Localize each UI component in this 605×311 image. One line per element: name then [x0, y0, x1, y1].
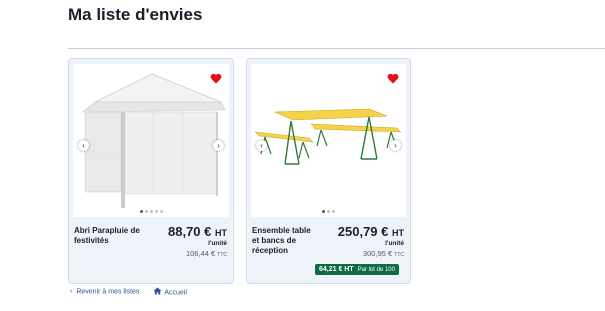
product-card[interactable]: ‹ › Abri Parapluie de festivités 88,70 €… — [68, 58, 234, 284]
heart-icon[interactable] — [387, 73, 399, 84]
home-link[interactable]: Accueil — [153, 287, 187, 297]
ttc-label: TTC — [217, 252, 227, 258]
back-to-lists-link[interactable]: ‹ Revenir à mes listes — [70, 288, 141, 296]
product-card[interactable]: ‹ › Ensemble table et bancs de réception… — [246, 58, 411, 284]
carousel-dot[interactable] — [144, 210, 148, 213]
price-ttc: 300,95 € TTC — [338, 249, 404, 258]
product-image-carousel[interactable]: ‹ › — [251, 64, 406, 217]
price-main: 250,79 € HT — [338, 224, 404, 239]
carousel-dot[interactable] — [159, 210, 163, 213]
price-ttc-value: 300,95 € — [362, 249, 393, 258]
lot-text: Par lot de 100 — [357, 267, 395, 273]
price-block: 250,79 € HT l'unité 300,95 € TTC — [338, 224, 404, 258]
chevron-left-icon: ‹ — [70, 288, 73, 296]
carousel-dot[interactable] — [139, 210, 143, 213]
home-icon — [153, 287, 162, 295]
price-unit: l'unité — [385, 240, 404, 247]
price-value: 250,79 € — [337, 224, 389, 239]
back-link-label: Revenir à mes listes — [76, 288, 140, 296]
ttc-label: TTC — [394, 252, 404, 258]
price-suffix: HT — [392, 228, 404, 238]
price-value: 88,70 € — [168, 224, 212, 239]
product-name[interactable]: Abri Parapluie de festivités — [74, 226, 154, 246]
home-link-label: Accueil — [164, 289, 187, 297]
carousel-prev-button[interactable]: ‹ — [256, 140, 267, 151]
carousel-dot[interactable] — [322, 210, 325, 213]
carousel-dot[interactable] — [154, 210, 158, 213]
lot-price-badge: 64,21 € HT Par lot de 100 — [315, 264, 399, 275]
price-block: 88,70 € HT l'unité 106,44 € TTC — [168, 224, 227, 258]
carousel-dot[interactable] — [327, 210, 330, 213]
carousel-dots — [251, 210, 406, 213]
carousel-dots — [73, 210, 229, 213]
price-ttc: 106,44 € TTC — [168, 249, 227, 258]
carousel-dot[interactable] — [332, 210, 335, 213]
page-title: Ma liste d'envies — [68, 5, 203, 24]
carousel-dot[interactable] — [149, 210, 153, 213]
heart-icon[interactable] — [210, 73, 222, 84]
carousel-prev-button[interactable]: ‹ — [78, 140, 89, 151]
tent-icon — [82, 73, 226, 208]
divider — [68, 48, 605, 49]
price-main: 88,70 € HT — [168, 224, 227, 239]
product-image-carousel[interactable]: ‹ › — [73, 64, 229, 217]
beer-table-icon — [254, 108, 402, 165]
price-unit: l'unité — [208, 240, 227, 247]
carousel-next-button[interactable]: › — [390, 140, 401, 151]
lot-price: 64,21 € HT — [319, 266, 354, 273]
price-suffix: HT — [215, 228, 227, 238]
product-name[interactable]: Ensemble table et bancs de réception — [252, 226, 312, 256]
price-ttc-value: 106,44 € — [185, 249, 216, 258]
footer-links: ‹ Revenir à mes listes Accueil — [70, 287, 187, 297]
carousel-next-button[interactable]: › — [213, 140, 224, 151]
